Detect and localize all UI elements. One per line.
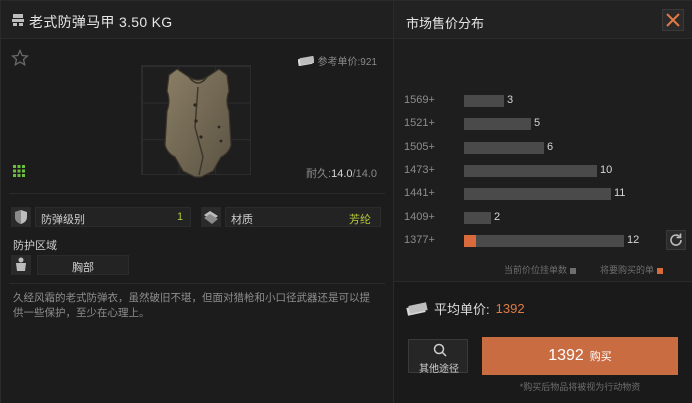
chart-bar [464,211,491,224]
chart-bar-row: 1377+ 12 [394,233,692,249]
legend-listed-swatch [570,267,577,274]
slot-size-icon [13,165,25,177]
price-tier-label: 1521+ [404,117,435,130]
section-divider [9,193,385,194]
refresh-button[interactable] [666,230,686,250]
material-label: 材质 [231,214,253,226]
chart-bar-row: 1473+ 10 [394,163,692,179]
legend-listed-label: 当前价位挂单数 [504,265,568,275]
legend-buy-swatch [657,267,664,274]
price-tier-label: 1377+ [404,233,435,246]
protection-zone-value: 胸部 [72,262,94,274]
listing-count: 10 [600,163,613,176]
chart-bar [464,234,624,247]
listing-count: 3 [507,94,514,106]
price-tier-label: 1569+ [404,94,435,106]
legend-buy-label: 将要购买的单 [600,265,655,275]
durability-max: /14.0 [352,168,377,180]
fabric-icon [201,207,221,227]
section-divider [9,283,385,284]
average-price: 平均单价: 1392 [406,299,525,318]
buy-button[interactable]: 1392 购买 [482,337,678,375]
legend-listed: 当前价位挂单数 [504,263,577,276]
market-panel: 市场售价分布 1569+ 3 1521+ 5 1505+ 6 1473+ 10 1441+ 11 1… [393,1,692,403]
average-price-value: 1392 [495,301,525,316]
money-stack-icon [297,55,314,66]
refresh-icon [670,233,682,246]
market-header: 市场售价分布 [394,1,692,39]
other-sources-label: 其他途径 [419,364,459,375]
durability: 耐久:14.0/14.0 [306,165,377,181]
listing-count: 11 [614,187,626,200]
item-header: 老式防弹马甲 3.50 KG [1,1,393,39]
reference-price-text: 参考单价:921 [317,57,377,68]
close-icon [666,13,680,27]
close-button[interactable] [662,9,684,31]
listing-count: 12 [627,233,640,246]
favorite-star-icon[interactable] [11,49,29,67]
chart-bar-row: 1569+ 3 [394,93,692,109]
price-tier-label: 1441+ [404,187,435,200]
money-stack-icon [406,301,428,316]
vest-image [164,68,232,178]
item-detail-panel: 老式防弹马甲 3.50 KG 参考单价:921 耐久:14.0/14.0 防弹级… [1,1,393,403]
item-title: 老式防弹马甲 3.50 KG [29,14,173,30]
chart-bar [464,118,531,131]
chart-bar-row: 1441+ 11 [394,186,692,202]
market-window: 老式防弹马甲 3.50 KG 参考单价:921 耐久:14.0/14.0 防弹级… [0,0,692,403]
listing-count: 5 [534,117,541,130]
armor-category-icon [12,14,24,26]
item-description: 久经风霜的老式防弹衣，虽然破旧不堪，但面对猎枪和小口径武器还是可以提供一些保护，… [13,292,370,319]
purchase-section: 平均单价: 1392 其他途径 1392 购买 *购买后物品将被视为行动物资 [394,281,692,403]
price-tier-label: 1505+ [404,140,435,153]
armor-level-label: 防弹级别 [41,214,85,226]
listing-count: 2 [494,210,501,223]
price-tier-label: 1473+ [404,163,435,176]
chart-bar [464,141,544,154]
other-sources-button[interactable]: 其他途径 [408,339,468,375]
buy-price: 1392 [548,347,584,364]
chart-bar-row: 1409+ 2 [394,210,692,226]
chart-bar [464,95,504,107]
durability-label: 耐久: [306,168,332,180]
market-title: 市场售价分布 [406,16,485,31]
chart-bar-row: 1521+ 5 [394,116,692,132]
material-value: 芳纶 [349,214,371,226]
chart-bar [464,188,611,201]
torso-icon [11,255,31,275]
chart-bar-highlight [464,234,476,247]
reference-price: 参考单价:921 [297,53,377,68]
purchase-note: *购买后物品将被视为行动物资 [519,382,641,392]
chart-bar [464,164,597,177]
search-icon [433,343,447,357]
price-tier-label: 1409+ [404,210,435,223]
buy-label: 购买 [589,351,612,363]
price-distribution-chart: 1569+ 3 1521+ 5 1505+ 6 1473+ 10 1441+ 11 1409+ 2 13… [394,61,692,261]
protection-zone-title: 防护区域 [13,240,57,252]
legend-buy: 将要购买的单 [600,263,664,276]
durability-current: 14.0 [331,168,353,180]
average-price-label: 平均单价: [434,302,490,317]
listing-count: 6 [547,140,554,153]
armor-level-value: 1 [177,211,184,223]
chart-bar-row: 1505+ 6 [394,140,692,156]
shield-icon [11,207,31,227]
